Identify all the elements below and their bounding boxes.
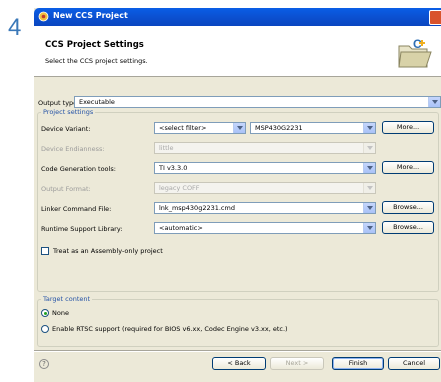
code-generation-tools-select[interactable]: TI v3.3.0 bbox=[154, 162, 376, 174]
linker-browse-button[interactable]: Browse... bbox=[382, 201, 434, 214]
runtime-support-library-select[interactable]: <automatic> bbox=[154, 222, 376, 234]
chevron-down-icon bbox=[363, 143, 375, 153]
window-title: New CCS Project bbox=[53, 11, 128, 20]
chevron-down-icon bbox=[363, 223, 375, 233]
next-button[interactable]: Next > bbox=[270, 357, 324, 370]
device-endianness-value: little bbox=[159, 144, 174, 152]
target-rtsc-label: Enable RTSC support (required for BIOS v… bbox=[52, 325, 288, 333]
assembly-only-checkbox[interactable] bbox=[41, 247, 49, 255]
device-variant-label: Device Variant: bbox=[41, 125, 91, 133]
step-number: 4 bbox=[8, 14, 22, 41]
assembly-only-label: Treat as an Assembly-only project bbox=[53, 247, 163, 255]
runtime-support-library-label: Runtime Support Library: bbox=[41, 225, 123, 233]
target-none-label: None bbox=[52, 309, 69, 317]
output-type-value: Executable bbox=[79, 98, 115, 106]
chevron-down-icon bbox=[363, 123, 375, 133]
device-variant-select[interactable]: MSP430G2231 bbox=[250, 122, 376, 134]
linker-command-file-value: lnk_msp430g2231.cmd bbox=[159, 204, 235, 212]
footer-separator bbox=[34, 350, 441, 351]
output-format-label: Output Format: bbox=[41, 185, 91, 193]
target-content-group bbox=[37, 299, 439, 347]
help-icon[interactable]: ? bbox=[39, 359, 49, 369]
close-button[interactable] bbox=[429, 10, 441, 25]
back-button[interactable]: < Back bbox=[212, 357, 266, 370]
code-generation-tools-value: TI v3.3.0 bbox=[159, 164, 188, 172]
output-format-value: legacy COFF bbox=[159, 184, 200, 192]
linker-command-file-label: Linker Command File: bbox=[41, 205, 112, 213]
new-ccs-project-dialog: New CCS Project CCS Project Settings Sel… bbox=[34, 8, 441, 382]
chevron-down-icon bbox=[428, 97, 440, 107]
cancel-button[interactable]: Cancel bbox=[388, 357, 440, 370]
ccs-app-icon bbox=[38, 11, 49, 22]
output-format-select[interactable]: legacy COFF bbox=[154, 182, 376, 194]
target-none-radio[interactable] bbox=[41, 309, 49, 317]
tools-more-button[interactable]: More... bbox=[382, 161, 434, 174]
target-content-title: Target content bbox=[41, 295, 93, 303]
page-subtitle: Select the CCS project settings. bbox=[45, 57, 148, 65]
folder-wizard-icon: C bbox=[398, 37, 432, 68]
chevron-down-icon bbox=[363, 203, 375, 213]
finish-button[interactable]: Finish bbox=[332, 357, 384, 370]
code-generation-tools-label: Code Generation tools: bbox=[41, 165, 116, 173]
device-endianness-label: Device Endianness: bbox=[41, 145, 105, 153]
device-filter-select[interactable]: <select filter> bbox=[154, 122, 246, 134]
runtime-browse-button[interactable]: Browse... bbox=[382, 221, 434, 234]
device-endianness-select[interactable]: little bbox=[154, 142, 376, 154]
wizard-header: CCS Project Settings Select the CCS proj… bbox=[34, 26, 441, 77]
linker-command-file-select[interactable]: lnk_msp430g2231.cmd bbox=[154, 202, 376, 214]
page-title: CCS Project Settings bbox=[45, 40, 144, 50]
runtime-support-library-value: <automatic> bbox=[159, 224, 203, 232]
device-variant-value: MSP430G2231 bbox=[255, 124, 303, 132]
project-settings-title: Project settings bbox=[41, 108, 96, 116]
target-rtsc-radio[interactable] bbox=[41, 325, 49, 333]
title-bar[interactable]: New CCS Project bbox=[34, 8, 441, 26]
chevron-down-icon bbox=[233, 123, 245, 133]
chevron-down-icon bbox=[363, 163, 375, 173]
output-type-select[interactable]: Executable bbox=[74, 96, 441, 108]
chevron-down-icon bbox=[363, 183, 375, 193]
device-more-button[interactable]: More... bbox=[382, 121, 434, 134]
device-filter-value: <select filter> bbox=[159, 124, 207, 132]
